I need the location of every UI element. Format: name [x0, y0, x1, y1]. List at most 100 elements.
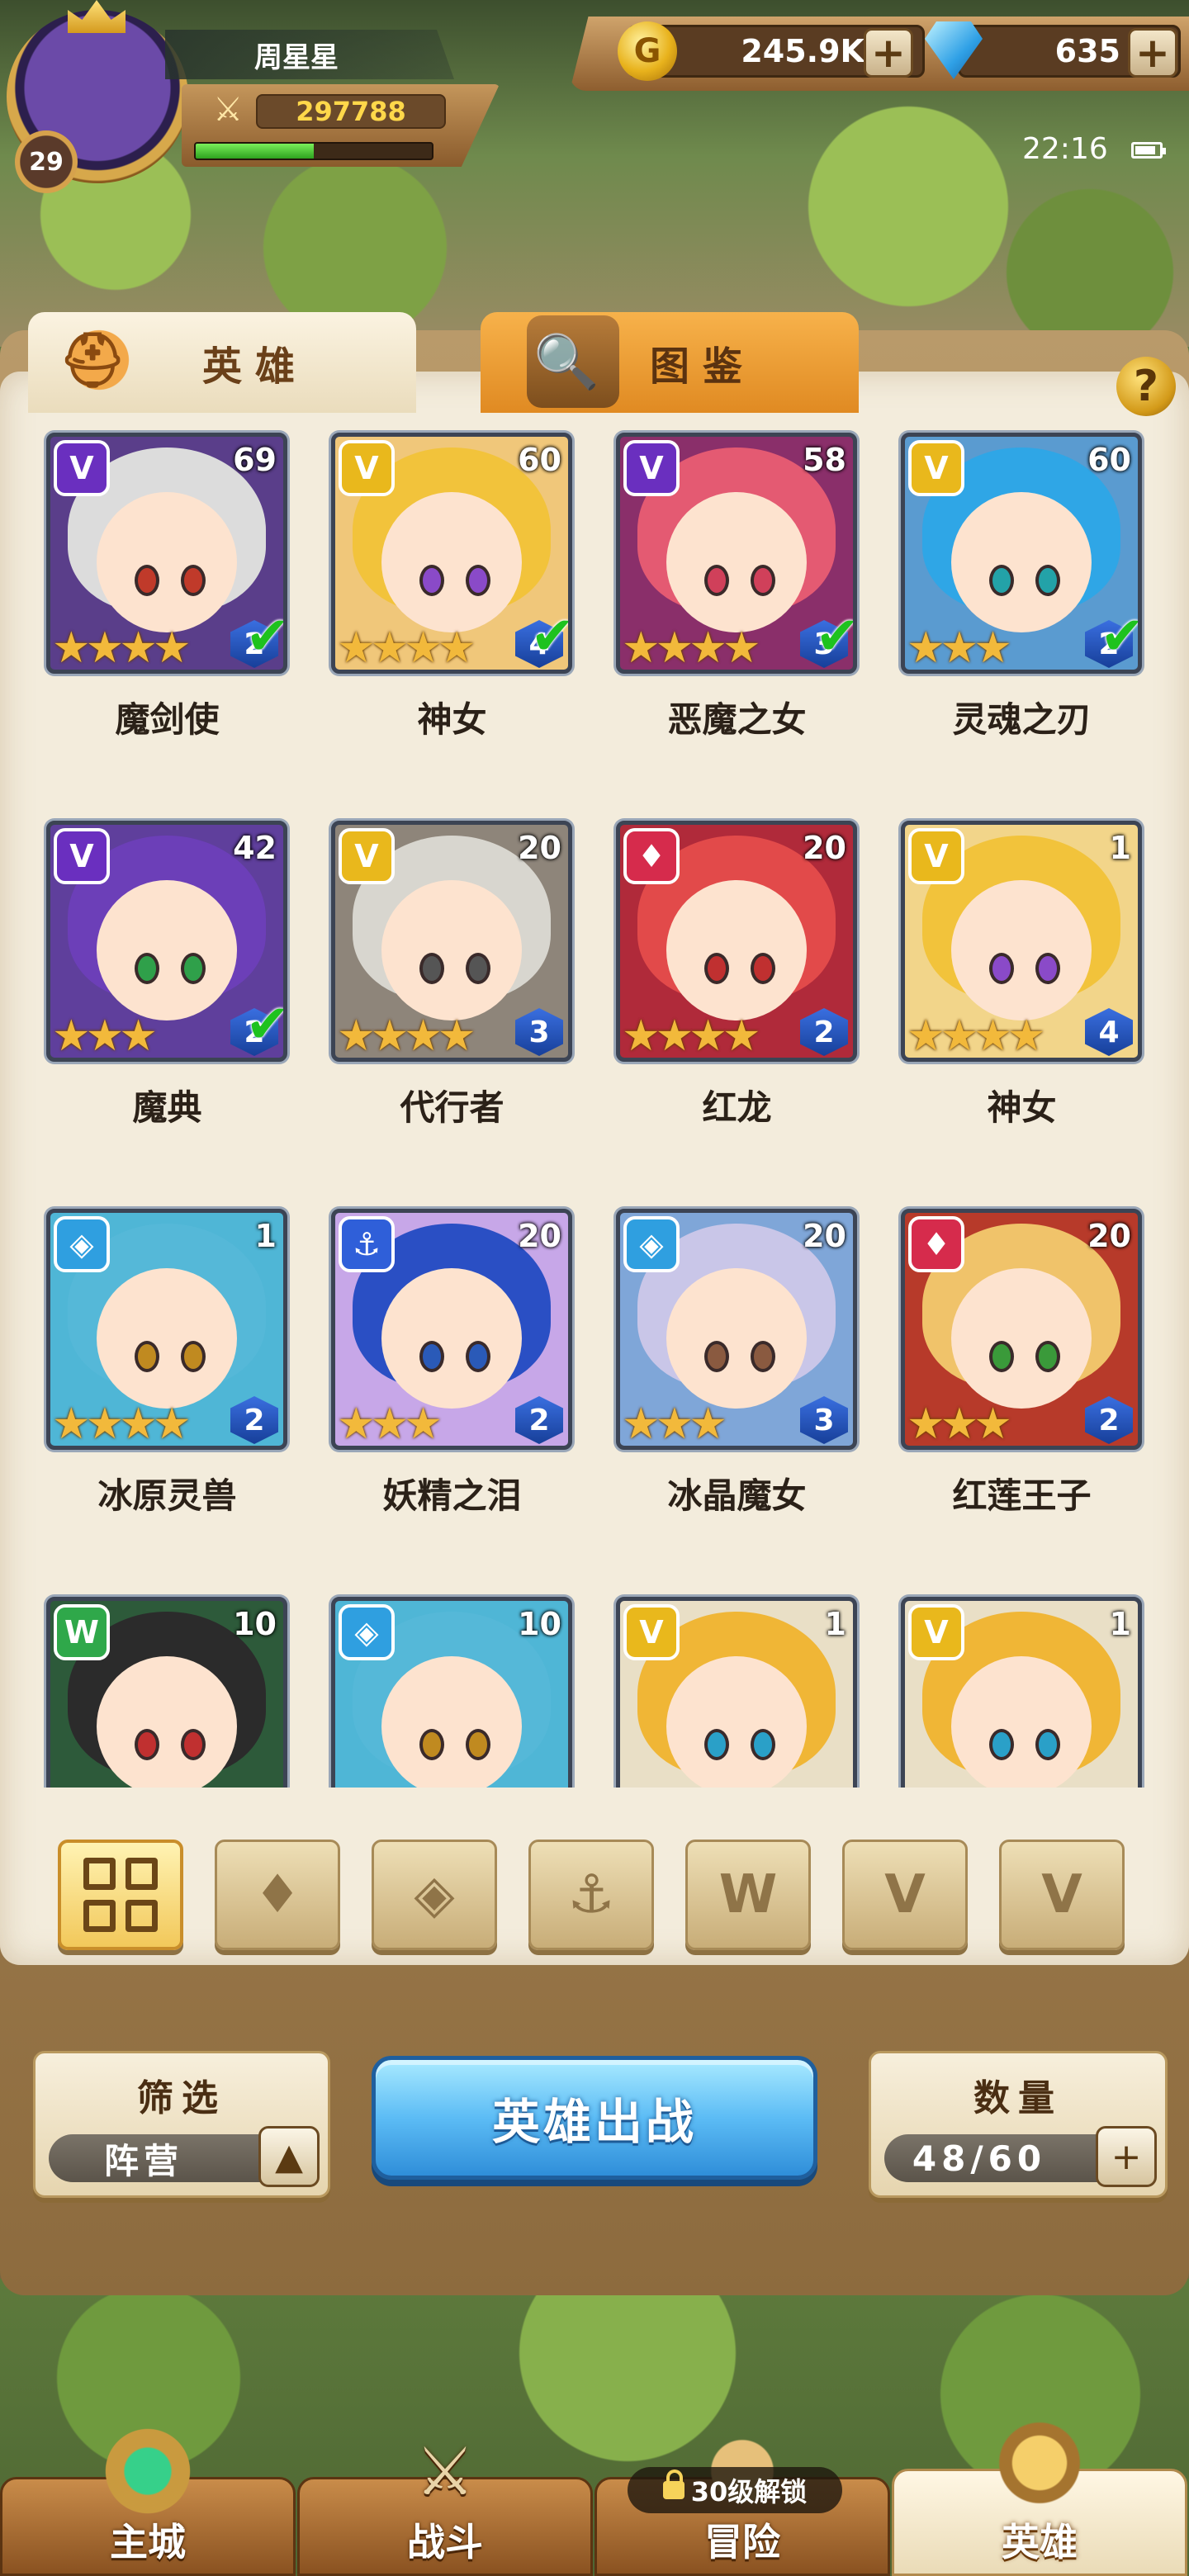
deploy-heroes-button[interactable]: 英雄出战 [372, 2056, 817, 2180]
grid-cell [83, 1900, 116, 1932]
hero-eye [703, 1341, 729, 1373]
filter-all-grid-button[interactable] [58, 1840, 183, 1950]
hero-portrait: V 58 ★★★★ 3 ✔ [616, 433, 857, 674]
player-profile[interactable]: 周星星 ⚔ 297788 29 [0, 0, 512, 193]
hero-name: 妖精之泪 [382, 1475, 522, 1516]
hero-eye [180, 565, 206, 597]
hero-eye [750, 1729, 775, 1761]
hero-card[interactable]: V 42 ★★★ 2 ✔ 魔典 [25, 817, 310, 1205]
knight-helmet-icon: ⛑ [53, 314, 145, 406]
hero-eye [419, 953, 444, 985]
deployed-check-icon: ✔ [1100, 606, 1142, 667]
hero-face [951, 492, 1092, 633]
hero-star-rating: ★★★★ [907, 1011, 1045, 1061]
hero-face [951, 880, 1092, 1021]
faction-filter-row: ♦ ◈ ⚓ W V V [58, 1840, 1148, 1955]
hero-card[interactable]: ♦ 20 ★★★★ 2 红龙 [594, 817, 879, 1205]
filter-dark-faction-button[interactable]: V [842, 1840, 968, 1950]
hero-eye [180, 953, 206, 985]
hero-face [97, 492, 237, 633]
grid-cell [126, 1858, 158, 1890]
dark-faction-icon: V [884, 1864, 926, 1925]
hero-face [951, 1656, 1092, 1788]
light-faction-icon: V [908, 828, 964, 884]
hero-eye [419, 565, 444, 597]
hero-grid[interactable]: V 69 ★★★★ 2 ✔ 魔剑使 V 60 ★★★★ 4 ✔ 神女 V 58 ★★★★ 3 ✔ 恶魔之女 V 60 ★… [25, 429, 1164, 1788]
hero-card[interactable]: ◈ 1 ★★★★ 2 冰原灵兽 [25, 1205, 310, 1593]
hero-rank-badge: 2 [1085, 1396, 1133, 1444]
hero-card[interactable]: V 58 ★★★★ 3 ✔ 恶魔之女 [594, 429, 879, 817]
hero-card[interactable]: ◈ 20 ★★★ 3 冰晶魔女 [594, 1205, 879, 1593]
experience-bar [194, 142, 433, 160]
nav-battle[interactable]: ⚔ 战斗 [297, 2433, 593, 2576]
expand-capacity-button[interactable]: + [1096, 2126, 1157, 2187]
hero-portrait: V 60 ★★★★ 4 ✔ [331, 433, 572, 674]
hero-portrait: ♦ 20 ★★★★ 2 [616, 821, 857, 1062]
hero-card[interactable]: V 60 ★★★★ 4 ✔ 神女 [310, 429, 594, 817]
hero-portrait: V1 [901, 1597, 1142, 1788]
nav-heroes[interactable]: 英雄 [892, 2413, 1187, 2576]
hero-portrait: W 10 [46, 1597, 287, 1788]
filter-value: 阵营 [49, 2134, 288, 2182]
hero-portrait: ◈ 1 ★★★★ 2 [46, 1209, 287, 1450]
ice-faction-icon: ◈ [339, 1604, 395, 1660]
hero-face [951, 1268, 1092, 1409]
hero-eye [180, 1729, 206, 1761]
player-name: 周星星 [165, 30, 454, 79]
nav-heroes-label: 英雄 [1002, 2520, 1078, 2564]
hero-card[interactable]: V 60 ★★★ 2 ✔ 灵魂之刃 [879, 429, 1164, 817]
hero-eye [465, 953, 490, 985]
filter-fire-faction-button[interactable]: ♦ [215, 1840, 340, 1950]
castle-gem-icon [90, 2422, 206, 2521]
hero-card[interactable]: V 1 ★★★★ 4 神女 [879, 817, 1164, 1205]
filter-anchor-faction-button[interactable]: ⚓ [528, 1840, 654, 1950]
hero-card[interactable]: ♦ 20 ★★★ 2 红莲王子 [879, 1205, 1164, 1593]
hero-card[interactable]: V 20 ★★★★ 3 代行者 [310, 817, 594, 1205]
hero-eye [134, 1341, 159, 1373]
hero-card[interactable]: W 10 [25, 1593, 310, 1788]
clock: 22:16 [1022, 132, 1108, 166]
filter-box[interactable]: 筛选 阵营 ▲ [33, 2051, 330, 2198]
hero-eye [419, 1341, 444, 1373]
hero-card[interactable]: V1 [594, 1593, 879, 1788]
beast-faction-icon: W [54, 1604, 110, 1660]
add-gems-button[interactable]: + [1128, 28, 1177, 78]
crown-icon [68, 0, 126, 33]
hero-face [381, 1268, 522, 1409]
dark-faction-icon: V [54, 828, 110, 884]
filter-ice-faction-button[interactable]: ◈ [372, 1840, 497, 1950]
filter-beast-faction-button[interactable]: W [685, 1840, 811, 1950]
nav-main-city[interactable]: 主城 [0, 2422, 296, 2576]
hero-card[interactable]: V1 [879, 1593, 1164, 1788]
hero-name: 灵魂之刃 [952, 699, 1092, 740]
help-button[interactable]: ? [1116, 357, 1176, 416]
add-gold-button[interactable]: + [864, 28, 913, 78]
deployed-check-icon: ✔ [245, 606, 287, 667]
crossed-swords-icon: ⚔ [213, 91, 243, 129]
fire-faction-icon: ♦ [908, 1216, 964, 1272]
hero-card[interactable]: V 69 ★★★★ 2 ✔ 魔剑使 [25, 429, 310, 817]
experience-bar-fill [196, 144, 314, 159]
dark-faction-icon: V [623, 440, 680, 496]
hero-level: 20 [803, 1218, 846, 1254]
hero-portrait: ◈ 10 [331, 1597, 572, 1788]
tab-heroes[interactable]: ⛑ 英雄 [28, 312, 416, 413]
hero-portrait: V 69 ★★★★ 2 ✔ [46, 433, 287, 674]
light-faction-icon: V [339, 440, 395, 496]
hero-face [666, 492, 807, 633]
battery-icon [1131, 142, 1166, 159]
hero-portrait: V1 [616, 1597, 857, 1788]
tab-codex[interactable]: 🔍 图鉴 [481, 312, 859, 413]
tab-heroes-label: 英雄 [201, 343, 308, 390]
filter-toggle-arrow-icon[interactable]: ▲ [258, 2126, 320, 2187]
filter-light-faction-button[interactable]: V [999, 1840, 1125, 1950]
ice-faction-icon: ◈ [54, 1216, 110, 1272]
hero-card[interactable]: ◈ 10 [310, 1593, 594, 1788]
hero-card[interactable]: ⚓ 20 ★★★ 2 妖精之泪 [310, 1205, 594, 1593]
hero-eye [180, 1341, 206, 1373]
hero-star-rating: ★★★★ [622, 623, 760, 673]
hero-face [97, 1268, 237, 1409]
hero-level: 20 [518, 830, 561, 866]
hero-name: 神女 [987, 1087, 1057, 1128]
grid-cell [126, 1900, 158, 1932]
